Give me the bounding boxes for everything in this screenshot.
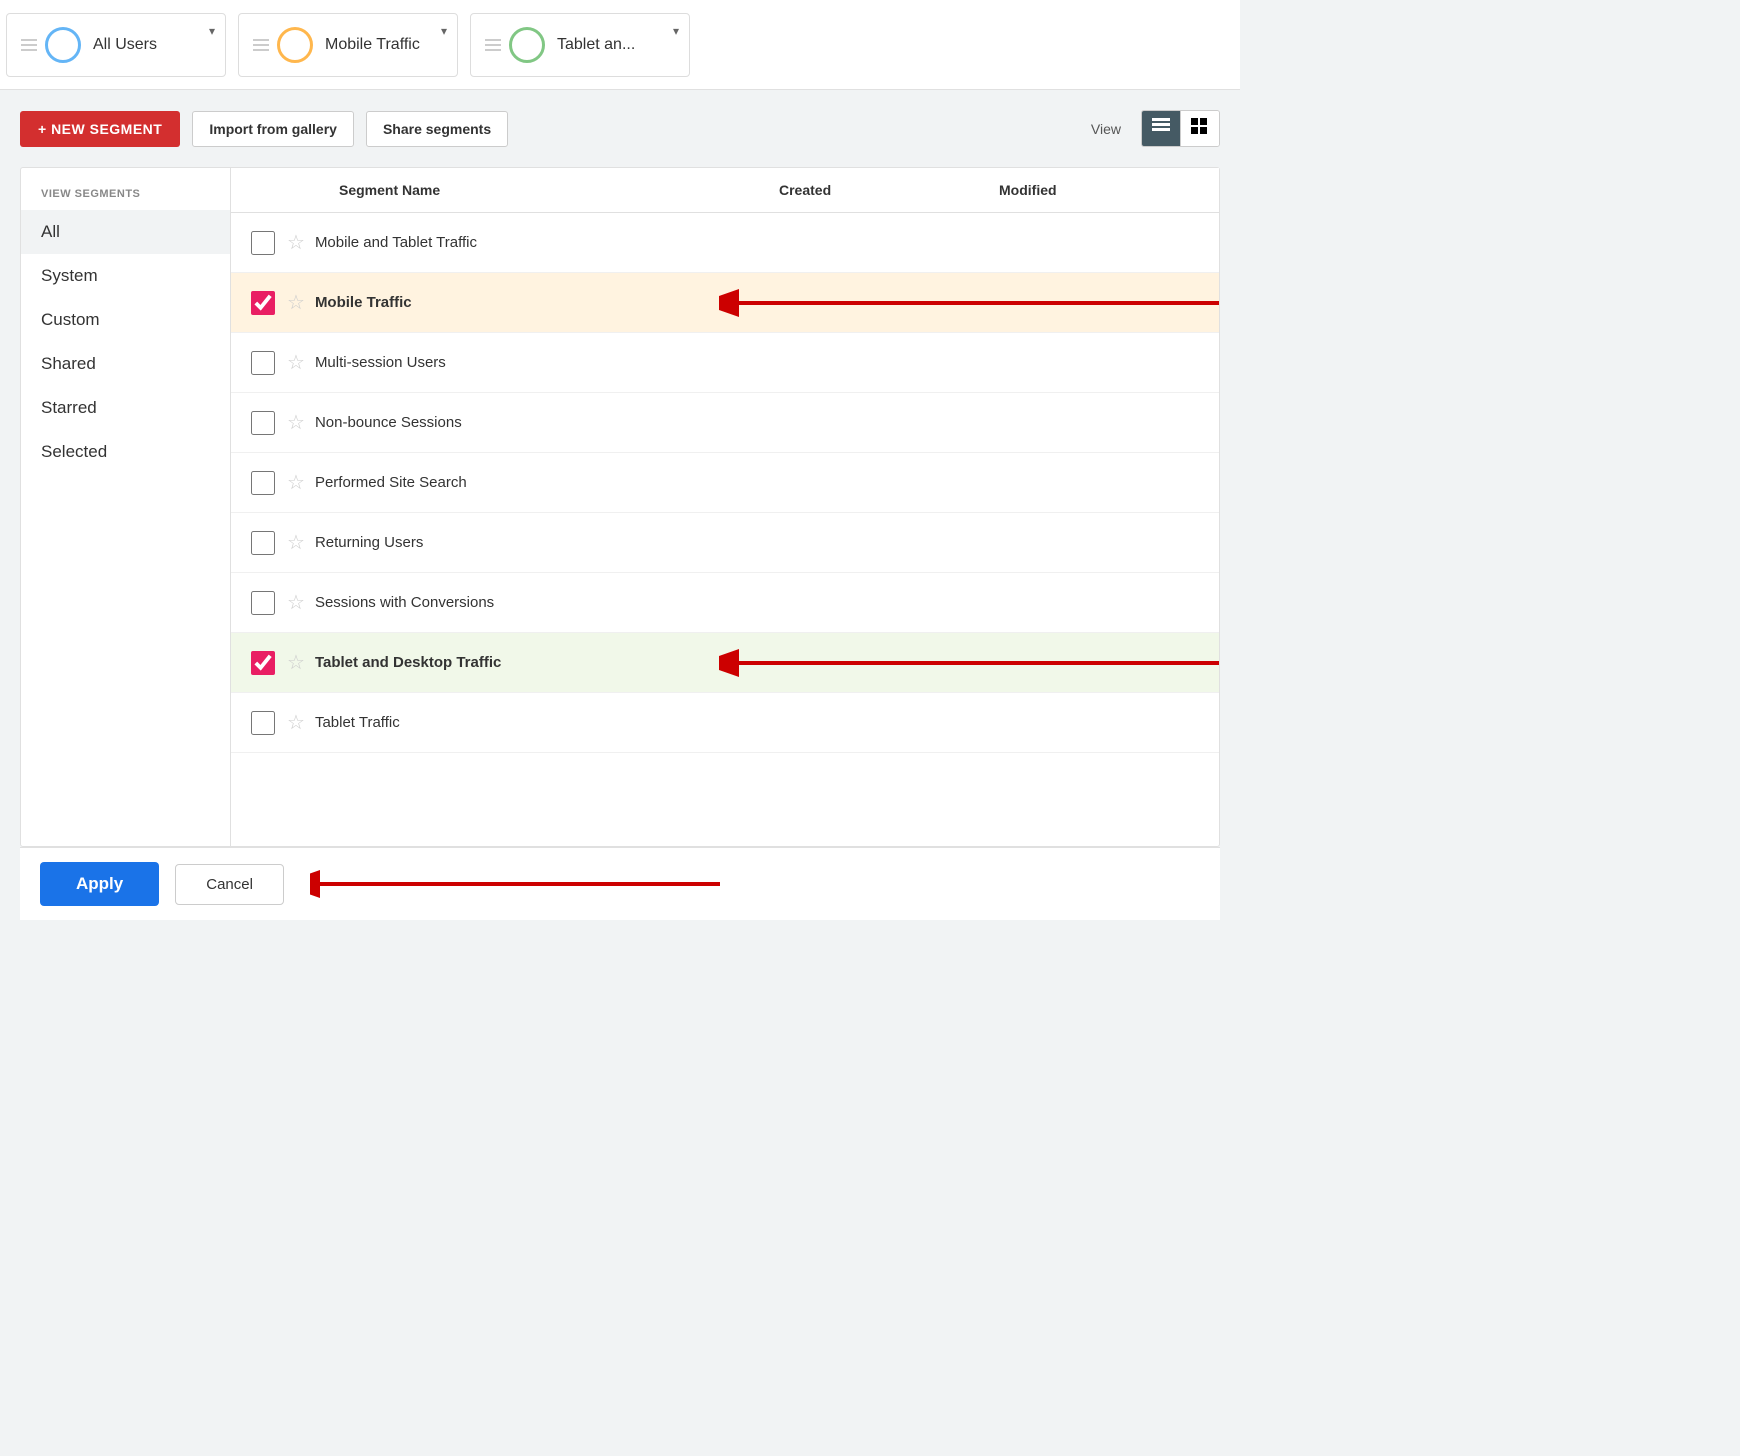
view-toggle bbox=[1141, 110, 1220, 147]
col-header-name: Segment Name bbox=[339, 182, 779, 198]
grid-view-button[interactable] bbox=[1181, 111, 1219, 146]
col-header-created: Created bbox=[779, 182, 999, 198]
segment-pill-tablet[interactable]: Tablet an... ▾ bbox=[470, 13, 690, 77]
chevron-down-icon: ▾ bbox=[673, 24, 679, 38]
share-segments-button[interactable]: Share segments bbox=[366, 111, 508, 147]
segment-circle-mobile-traffic bbox=[277, 27, 313, 63]
sidebar-section-label: VIEW SEGMENTS bbox=[21, 188, 230, 210]
star-icon-3[interactable]: ☆ bbox=[287, 350, 305, 375]
row-checkbox-7[interactable] bbox=[251, 591, 275, 615]
row-checkbox-8[interactable] bbox=[251, 651, 275, 675]
star-icon-9[interactable]: ☆ bbox=[287, 710, 305, 735]
sidebar-item-starred-label: Starred bbox=[41, 398, 97, 417]
sidebar-item-selected[interactable]: Selected bbox=[21, 430, 230, 474]
star-icon-7[interactable]: ☆ bbox=[287, 590, 305, 615]
cancel-button[interactable]: Cancel bbox=[175, 864, 284, 905]
row-checkbox-6[interactable] bbox=[251, 531, 275, 555]
table-row: ☆ Tablet Traffic bbox=[231, 693, 1219, 753]
row-name-4: Non-bounce Sessions bbox=[315, 414, 779, 431]
star-icon-2[interactable]: ☆ bbox=[287, 290, 305, 315]
row-name-3: Multi-session Users bbox=[315, 354, 779, 371]
row-name-7: Sessions with Conversions bbox=[315, 594, 779, 611]
sidebar-item-all[interactable]: All bbox=[21, 210, 230, 254]
row-name-8: Tablet and Desktop Traffic bbox=[315, 654, 779, 671]
list-view-button[interactable] bbox=[1142, 111, 1181, 146]
sidebar-item-shared[interactable]: Shared bbox=[21, 342, 230, 386]
list-view-icon bbox=[1152, 118, 1170, 134]
row-8-container: ☆ Tablet and Desktop Traffic bbox=[231, 633, 1219, 693]
panel-layout: VIEW SEGMENTS All System Custom Shared S… bbox=[20, 167, 1220, 847]
chevron-down-icon: ▾ bbox=[441, 24, 447, 38]
sidebar-item-custom[interactable]: Custom bbox=[21, 298, 230, 342]
annotation-arrow-apply bbox=[310, 862, 730, 906]
row-name-9: Tablet Traffic bbox=[315, 714, 779, 731]
sidebar: VIEW SEGMENTS All System Custom Shared S… bbox=[21, 168, 231, 846]
segment-name-all-users: All Users bbox=[93, 36, 211, 54]
row-checkbox-1[interactable] bbox=[251, 231, 275, 255]
table-row: ☆ Mobile and Tablet Traffic bbox=[231, 213, 1219, 273]
segment-pill-all-users[interactable]: All Users ▾ bbox=[6, 13, 226, 77]
row-name-5: Performed Site Search bbox=[315, 474, 779, 491]
bottom-bar: Apply Cancel bbox=[20, 847, 1220, 920]
table-row-mobile-traffic: ☆ Mobile Traffic bbox=[231, 273, 1219, 333]
apply-button[interactable]: Apply bbox=[40, 862, 159, 906]
new-segment-button[interactable]: + NEW SEGMENT bbox=[20, 111, 180, 147]
segment-pill-mobile-traffic[interactable]: Mobile Traffic ▾ bbox=[238, 13, 458, 77]
segment-circle-all-users bbox=[45, 27, 81, 63]
table-header: Segment Name Created Modified bbox=[231, 168, 1219, 213]
row-checkbox-3[interactable] bbox=[251, 351, 275, 375]
row-name-2: Mobile Traffic bbox=[315, 294, 779, 311]
sidebar-item-custom-label: Custom bbox=[41, 310, 100, 329]
star-icon-4[interactable]: ☆ bbox=[287, 410, 305, 435]
table-row: ☆ Multi-session Users bbox=[231, 333, 1219, 393]
col-header-modified: Modified bbox=[999, 182, 1199, 198]
segment-name-tablet: Tablet an... bbox=[557, 36, 675, 54]
segment-circle-tablet bbox=[509, 27, 545, 63]
table-row: ☆ Performed Site Search bbox=[231, 453, 1219, 513]
sidebar-item-system-label: System bbox=[41, 266, 98, 285]
top-segment-bar: All Users ▾ Mobile Traffic ▾ Tablet an..… bbox=[0, 0, 1240, 90]
row-name-6: Returning Users bbox=[315, 534, 779, 551]
row-checkbox-4[interactable] bbox=[251, 411, 275, 435]
import-from-gallery-button[interactable]: Import from gallery bbox=[192, 111, 354, 147]
toolbar: + NEW SEGMENT Import from gallery Share … bbox=[20, 110, 1220, 147]
segments-table: Segment Name Created Modified ☆ Mobile a… bbox=[231, 168, 1219, 846]
row-checkbox-9[interactable] bbox=[251, 711, 275, 735]
grid-view-icon bbox=[1191, 118, 1209, 134]
table-row-tablet-desktop: ☆ Tablet and Desktop Traffic bbox=[231, 633, 1219, 693]
row-name-1: Mobile and Tablet Traffic bbox=[315, 234, 779, 251]
sidebar-item-starred[interactable]: Starred bbox=[21, 386, 230, 430]
main-content: + NEW SEGMENT Import from gallery Share … bbox=[0, 90, 1240, 940]
sidebar-item-all-label: All bbox=[41, 222, 60, 241]
table-row: ☆ Non-bounce Sessions bbox=[231, 393, 1219, 453]
segment-name-mobile-traffic: Mobile Traffic bbox=[325, 36, 443, 54]
drag-handle bbox=[21, 39, 37, 51]
table-row: ☆ Sessions with Conversions bbox=[231, 573, 1219, 633]
row-checkbox-2[interactable] bbox=[251, 291, 275, 315]
drag-handle bbox=[485, 39, 501, 51]
star-icon-1[interactable]: ☆ bbox=[287, 230, 305, 255]
row-checkbox-5[interactable] bbox=[251, 471, 275, 495]
chevron-down-icon: ▾ bbox=[209, 24, 215, 38]
table-row: ☆ Returning Users bbox=[231, 513, 1219, 573]
view-label: View bbox=[1091, 121, 1121, 137]
sidebar-item-selected-label: Selected bbox=[41, 442, 107, 461]
star-icon-5[interactable]: ☆ bbox=[287, 470, 305, 495]
star-icon-6[interactable]: ☆ bbox=[287, 530, 305, 555]
drag-handle bbox=[253, 39, 269, 51]
sidebar-item-shared-label: Shared bbox=[41, 354, 96, 373]
row-2-container: ☆ Mobile Traffic bbox=[231, 273, 1219, 333]
sidebar-item-system[interactable]: System bbox=[21, 254, 230, 298]
star-icon-8[interactable]: ☆ bbox=[287, 650, 305, 675]
